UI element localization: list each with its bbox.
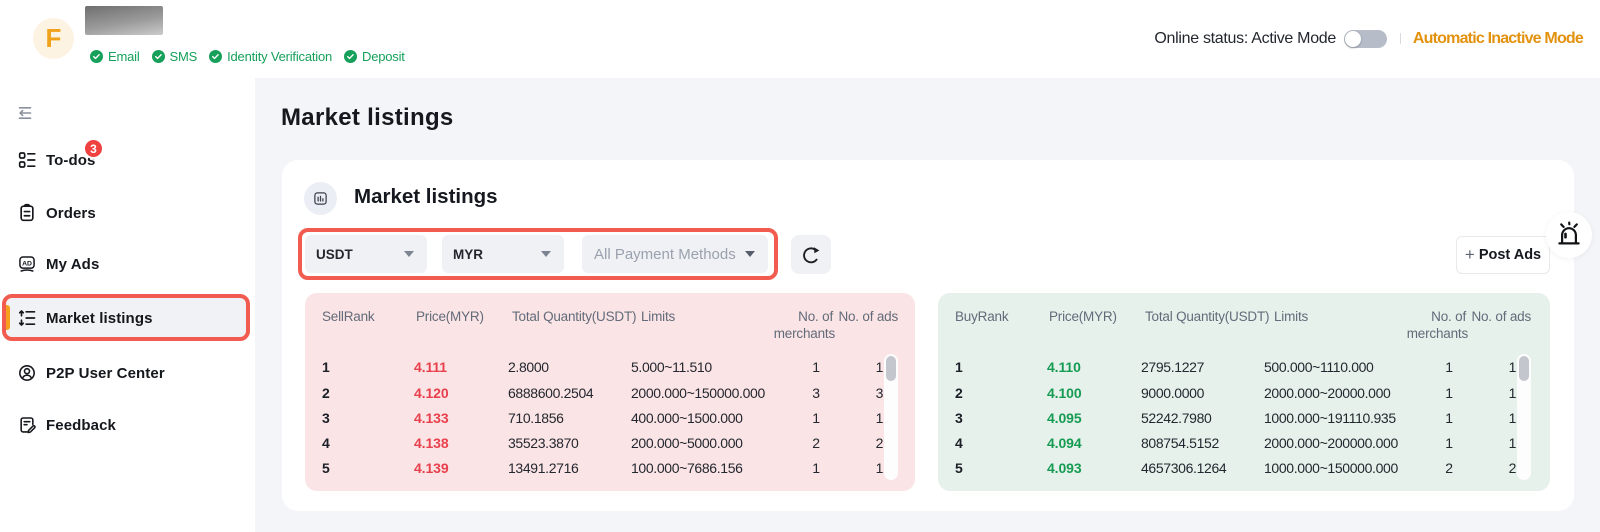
svg-text:AD: AD [22, 260, 32, 267]
